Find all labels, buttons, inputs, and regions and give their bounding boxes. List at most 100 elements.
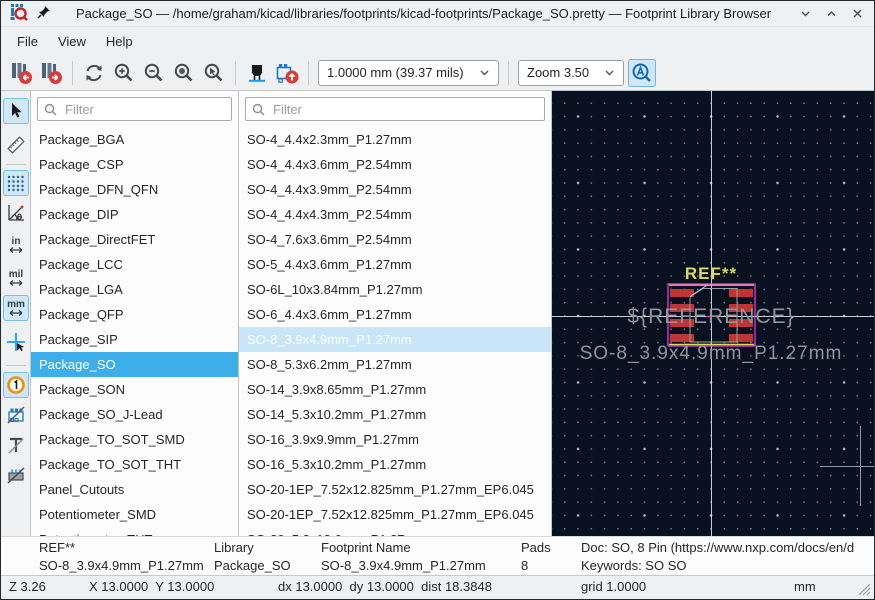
menubar: File View Help [1,28,874,55]
window-title: Package_SO — /home/graham/kicad/librarie… [75,6,772,21]
menu-file[interactable]: File [7,29,48,55]
footprint-outline-sketch-toggle[interactable] [3,402,29,428]
footprint-filter-input[interactable] [271,100,538,118]
units-inches-button[interactable]: in [3,232,29,258]
automatic-zoom-toggle[interactable] [628,58,656,87]
zoom-level-value: Zoom 3.50 [527,65,590,80]
grid-visibility-toggle[interactable] [3,170,29,196]
info-label: Pads [521,540,551,555]
footprint-list-item[interactable]: SO-16_5.3x10.2mm_P1.27mm [239,452,551,477]
unit-mil-label: mil [8,268,24,280]
content-area: in mil mm Filter Package_BGA Package_CSP… [1,91,874,536]
info-value: Keywords: SO SO [581,558,687,573]
library-list-item[interactable]: Package_LCC [31,252,238,277]
footprint-list-item[interactable]: SO-20-1EP_7.52x12.825mm_P1.27mm_EP6.045 [239,477,551,502]
previous-library-button[interactable] [7,59,35,87]
footprint-list-item[interactable]: SO-5_4.4x3.6mm_P1.27mm [239,252,551,277]
rail-separator [6,164,26,165]
library-list-item[interactable]: Panel_Cutouts [31,477,238,502]
zoom-level-select[interactable]: Zoom 3.50 [518,59,624,86]
maximize-button[interactable] [822,5,840,23]
grid-size-select[interactable]: 1.0000 mm (39.37 mils) [318,59,499,86]
pin-icon[interactable] [37,5,51,22]
footprint-list-item[interactable]: SO-20_5.3x12.6mm_P1.27mm [239,527,551,536]
resize-grip[interactable] [857,582,871,596]
units-mils-button[interactable]: mil [3,265,29,291]
refresh-button[interactable] [80,59,108,87]
library-list-item[interactable]: Package_DFN_QFN [31,177,238,202]
insert-footprint-into-board-button[interactable] [273,59,301,87]
footprint-list-item[interactable]: SO-4_7.6x3.6mm_P2.54mm [239,227,551,252]
footprint-preview-canvas[interactable]: REF** ${REFERENCE} SO-8_3.9x4.9mm_P1.27m… [552,91,874,536]
next-library-button[interactable] [37,59,65,87]
library-list-item[interactable]: Package_BGA [31,127,238,152]
footprint-library-browser-window: Package_SO — /home/graham/kicad/librarie… [0,0,875,600]
library-list-item[interactable]: Package_DirectFET [31,227,238,252]
show-pads-button[interactable] [243,59,271,87]
menu-help[interactable]: Help [96,29,143,55]
toolbar-separator [508,60,509,85]
minimize-button[interactable] [796,5,814,23]
info-column: Footprint Name SO-8_3.9x4.9mm_P1.27mm [321,539,516,575]
footprint-list-item[interactable]: SO-8_5.3x6.2mm_P1.27mm [239,352,551,377]
footprint-list-item[interactable]: SO-6_4.4x3.6mm_P1.27mm [239,302,551,327]
footprint-list-item[interactable]: SO-4_4.4x4.3mm_P2.54mm [239,202,551,227]
cursor-crosshair [820,426,874,506]
library-list-item[interactable]: Package_CSP [31,152,238,177]
menu-view[interactable]: View [48,29,96,55]
library-list-item[interactable]: Package_DIP [31,202,238,227]
pad-display-mode-toggle[interactable] [3,372,29,398]
full-window-crosshair-toggle[interactable] [3,329,29,355]
footprint-info-bar: REF** SO-8_3.9x4.9mm_P1.27mm Library Pac… [1,536,874,575]
status-units: mm [794,579,816,594]
status-cursor-position: X 13.0000 Y 13.0000 [89,579,215,594]
select-tool-button[interactable] [3,98,29,124]
info-label: Doc: SO, 8 Pin (https://www.nxp.com/docs… [581,540,855,555]
library-list-item[interactable]: Package_QFP [31,302,238,327]
library-list-item[interactable]: Potentiometer_THT [31,527,238,536]
info-column: Library Package_SO [214,539,316,575]
info-label: REF** [39,540,76,555]
footprint-list-item[interactable]: SO-8_3.9x4.9mm_P1.27mm [239,327,551,352]
library-list-item[interactable]: Package_TO_SOT_SMD [31,427,238,452]
status-grid: grid 1.0000 [581,579,647,594]
main-toolbar: 1.0000 mm (39.37 mils) Zoom 3.50 [1,55,874,91]
footprint-list-item[interactable]: SO-4_4.4x3.9mm_P2.54mm [239,177,551,202]
footprint-ref-text: REF** [685,264,737,283]
zoom-to-selection-button[interactable] [200,59,228,87]
library-list-item[interactable]: Package_SO [31,352,238,377]
footprint-filter-box[interactable] [245,97,545,121]
text-sketch-toggle[interactable] [3,432,29,458]
footprint-reference-field-text: ${REFERENCE} [627,305,794,328]
measure-tool-button[interactable] [3,132,29,158]
library-filter-input[interactable] [63,100,225,118]
footprint-body-sketch-toggle[interactable] [3,462,29,488]
search-icon [44,103,57,115]
footprint-list-item[interactable]: SO-16_3.9x9.9mm_P1.27mm [239,427,551,452]
footprint-list-item[interactable]: SO-4_4.4x3.6mm_P2.54mm [239,152,551,177]
library-list-item[interactable]: Package_LGA [31,277,238,302]
footprint-list-item[interactable]: SO-20-1EP_7.52x12.825mm_P1.27mm_EP6.045 [239,502,551,527]
polar-coordinates-toggle[interactable] [3,200,29,226]
footprint-list-item[interactable]: SO-14_3.9x8.65mm_P1.27mm [239,377,551,402]
library-list-item[interactable]: Package_SIP [31,327,238,352]
units-mm-button[interactable]: mm [3,295,29,321]
footprint-list-item[interactable]: SO-14_5.3x10.2mm_P1.27mm [239,402,551,427]
status-zoom: Z 3.26 [9,579,46,594]
library-list-item[interactable]: Package_SO_J-Lead [31,402,238,427]
library-list-item[interactable]: Package_TO_SOT_THT [31,452,238,477]
unit-mm-label: mm [7,298,25,310]
library-list-item[interactable]: Potentiometer_SMD [31,502,238,527]
chevron-down-icon [605,70,614,76]
footprint-list-item[interactable]: SO-4_4.4x2.3mm_P1.27mm [239,127,551,152]
close-button[interactable] [848,5,866,23]
zoom-to-fit-button[interactable] [170,59,198,87]
search-icon [252,103,265,115]
footprint-list-item[interactable]: SO-6L_10x3.84mm_P1.27mm [239,277,551,302]
zoom-out-button[interactable] [140,59,168,87]
zoom-in-button[interactable] [110,59,138,87]
titlebar[interactable]: Package_SO — /home/graham/kicad/librarie… [1,1,874,27]
library-filter-box[interactable] [37,97,232,121]
statusbar: Z 3.26 X 13.0000 Y 13.0000 dx 13.0000 dy… [1,575,874,599]
library-list-item[interactable]: Package_SON [31,377,238,402]
